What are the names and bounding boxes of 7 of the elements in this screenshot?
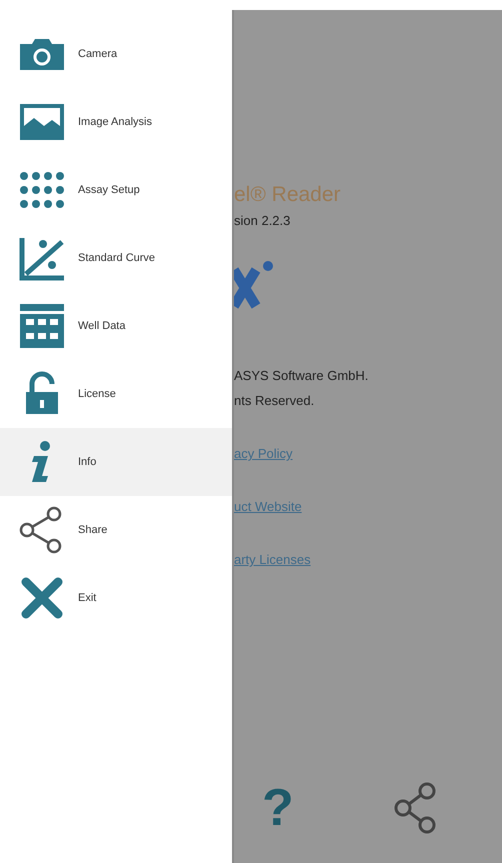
drawer-item[interactable]: Info: [0, 428, 232, 496]
app-title: el® Reader: [234, 183, 341, 207]
copyright-text: ASYS Software GmbH.: [234, 368, 368, 383]
copyright-text: nts Reserved.: [234, 393, 314, 408]
table-icon: [18, 302, 66, 350]
share-icon[interactable]: [394, 782, 438, 834]
version-text: sion 2.2.3: [234, 213, 290, 228]
